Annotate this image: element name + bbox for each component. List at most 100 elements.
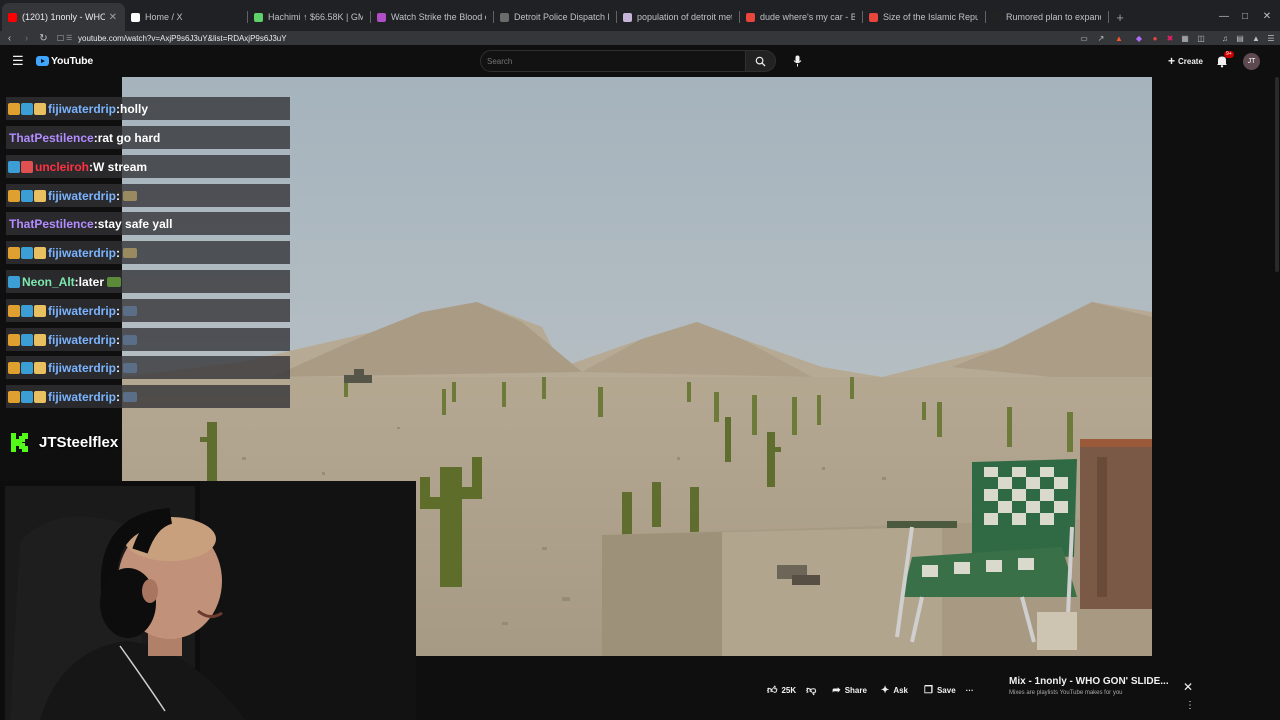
chat-message: ThatPestilence: stay safe yall: [6, 212, 290, 235]
chat-badge-icon: [8, 275, 20, 288]
browser-tab[interactable]: Home / X: [125, 3, 248, 31]
extensions-puzzle-icon[interactable]: ▦: [1179, 32, 1191, 44]
tab-title: Rumored plan to expand UK digital: [1006, 12, 1101, 22]
chat-username[interactable]: fijiwaterdrip: [48, 246, 116, 260]
more-actions-button[interactable]: ···: [961, 680, 979, 700]
voice-search-button[interactable]: [786, 50, 808, 72]
chat-username[interactable]: uncleiroh: [35, 160, 89, 174]
chat-username[interactable]: fijiwaterdrip: [48, 304, 116, 318]
search-button[interactable]: [746, 50, 776, 72]
chat-username[interactable]: ThatPestilence: [9, 217, 94, 231]
chat-separator: :: [116, 360, 121, 375]
cast-icon[interactable]: ▭: [1078, 32, 1090, 44]
chat-emote-icon: [123, 334, 138, 345]
browser-tab[interactable]: (1201) 1nonly - WHO GON' SLIDE ✕: [2, 3, 125, 31]
chat-emote-icon: [123, 305, 138, 316]
chat-username[interactable]: Neon_Alt: [22, 275, 75, 289]
close-window-icon[interactable]: ✕: [1257, 8, 1277, 24]
extension-icon[interactable]: ◆: [1133, 32, 1145, 44]
chat-username[interactable]: fijiwaterdrip: [48, 102, 116, 116]
search-input[interactable]: [480, 50, 746, 72]
browser-tab[interactable]: population of detroit metro area - B: [617, 3, 740, 31]
vpn-icon[interactable]: ▲: [1250, 32, 1262, 44]
chat-badge-icon: [8, 304, 20, 317]
chat-emote-icon: [123, 190, 138, 201]
browser-tab[interactable]: Hachimi ↑ $66.58K | GMGN.AI Fast Tr: [248, 3, 371, 31]
extension-icon[interactable]: ●: [1149, 32, 1161, 44]
sidebar-icon[interactable]: ◫: [1195, 32, 1207, 44]
create-button[interactable]: + Create: [1162, 52, 1209, 70]
chat-message: fijiwaterdrip: holly: [6, 97, 290, 120]
share-button[interactable]: ➦ Share: [827, 680, 872, 700]
chat-badge-icon: [21, 304, 33, 317]
media-icon[interactable]: ♫: [1219, 32, 1231, 44]
chat-badge-icon: [21, 333, 33, 346]
save-button[interactable]: ❐ Save: [919, 680, 961, 700]
dislike-button[interactable]: 👎︎: [801, 680, 821, 700]
extension-x-icon[interactable]: ✖: [1164, 32, 1176, 44]
account-avatar[interactable]: JT: [1243, 53, 1260, 70]
youtube-logo[interactable]: YouTube: [36, 55, 93, 67]
chat-message: ThatPestilence: rat go hard: [6, 126, 290, 149]
share-label: Share: [844, 685, 867, 695]
browser-tab[interactable]: Size of the Islamic Republic of Iran c: [863, 3, 986, 31]
streamer-name: JTSteelflex: [39, 433, 119, 451]
reload-icon[interactable]: ↻: [36, 31, 51, 45]
wallet-icon[interactable]: ▤: [1234, 32, 1246, 44]
tab-favicon-icon: [746, 12, 755, 22]
page-scrollbar[interactable]: [1275, 77, 1279, 272]
chat-username[interactable]: fijiwaterdrip: [48, 361, 116, 375]
address-bar[interactable]: ☰ youtube.com/watch?v=AxjP9s6J3uY&list=R…: [66, 32, 1096, 44]
chat-separator: :: [116, 332, 121, 347]
tab-favicon-icon: [869, 12, 878, 22]
notification-count-badge: 9+: [1224, 51, 1234, 58]
tab-close-icon[interactable]: ✕: [109, 12, 117, 23]
brave-shields-icon[interactable]: ▲: [1113, 32, 1125, 44]
chat-message: uncleiroh: W stream: [6, 155, 290, 178]
menu-icon[interactable]: ☰: [1265, 32, 1277, 44]
address-url: youtube.com/watch?v=AxjP9s6J3uY&list=RDA…: [78, 33, 287, 43]
site-info-icon[interactable]: ☰: [66, 34, 78, 42]
chat-badge-icon: [21, 189, 33, 202]
bookmark-save-icon: ❐: [924, 684, 933, 696]
like-button[interactable]: 👍︎ 25K: [762, 680, 801, 700]
share-page-icon[interactable]: ↗: [1095, 32, 1107, 44]
chat-badge-icon: [21, 390, 33, 403]
youtube-logo-text: YouTube: [51, 55, 93, 67]
youtube-header: ☰ YouTube + Create 9+ JT: [0, 45, 1280, 77]
chat-username[interactable]: fijiwaterdrip: [48, 189, 116, 203]
chat-message: fijiwaterdrip:: [6, 385, 290, 408]
chat-badge-icon: [21, 102, 33, 115]
browser-tab[interactable]: Rumored plan to expand UK digital: [986, 3, 1109, 31]
chat-badge-icon: [34, 390, 46, 403]
close-icon[interactable]: ✕: [1183, 680, 1193, 694]
mix-playlist-title[interactable]: Mix - 1nonly - WHO GON' SLIDE...: [1009, 676, 1169, 687]
create-label: Create: [1178, 56, 1203, 66]
guide-menu-icon[interactable]: ☰: [12, 54, 24, 67]
ask-button[interactable]: ✦ Ask: [876, 680, 913, 700]
chat-badge-icon: [8, 246, 20, 259]
chat-username[interactable]: fijiwaterdrip: [48, 390, 116, 404]
tab-title: dude where's my car - Brave Search: [760, 12, 855, 22]
back-icon[interactable]: ‹: [2, 31, 17, 45]
chat-username[interactable]: ThatPestilence: [9, 131, 94, 145]
tab-title: Watch Strike the Blood online free o: [391, 12, 486, 22]
search-icon: [755, 56, 766, 67]
browser-tab[interactable]: dude where's my car - Brave Search: [740, 3, 863, 31]
browser-tab[interactable]: Watch Strike the Blood online free o: [371, 3, 494, 31]
new-tab-button[interactable]: +: [1109, 3, 1131, 31]
plus-icon: +: [1168, 54, 1176, 68]
chat-username[interactable]: fijiwaterdrip: [48, 333, 116, 347]
forward-icon[interactable]: ›: [19, 31, 34, 45]
sparkle-icon: ✦: [880, 684, 890, 696]
more-vert-icon[interactable]: ⋮: [1185, 701, 1195, 711]
tab-title: Detroit Police Dispatch Live Audio Fe: [514, 12, 609, 22]
tab-title: (1201) 1nonly - WHO GON' SLIDE: [22, 12, 105, 22]
maximize-icon[interactable]: □: [1235, 8, 1255, 24]
chat-message: fijiwaterdrip:: [6, 241, 290, 264]
chat-badge-icon: [8, 160, 20, 173]
youtube-play-icon: [36, 56, 49, 66]
minimize-icon[interactable]: —: [1214, 8, 1234, 24]
browser-tab[interactable]: Detroit Police Dispatch Live Audio Fe: [494, 3, 617, 31]
chat-separator: :: [116, 245, 121, 260]
